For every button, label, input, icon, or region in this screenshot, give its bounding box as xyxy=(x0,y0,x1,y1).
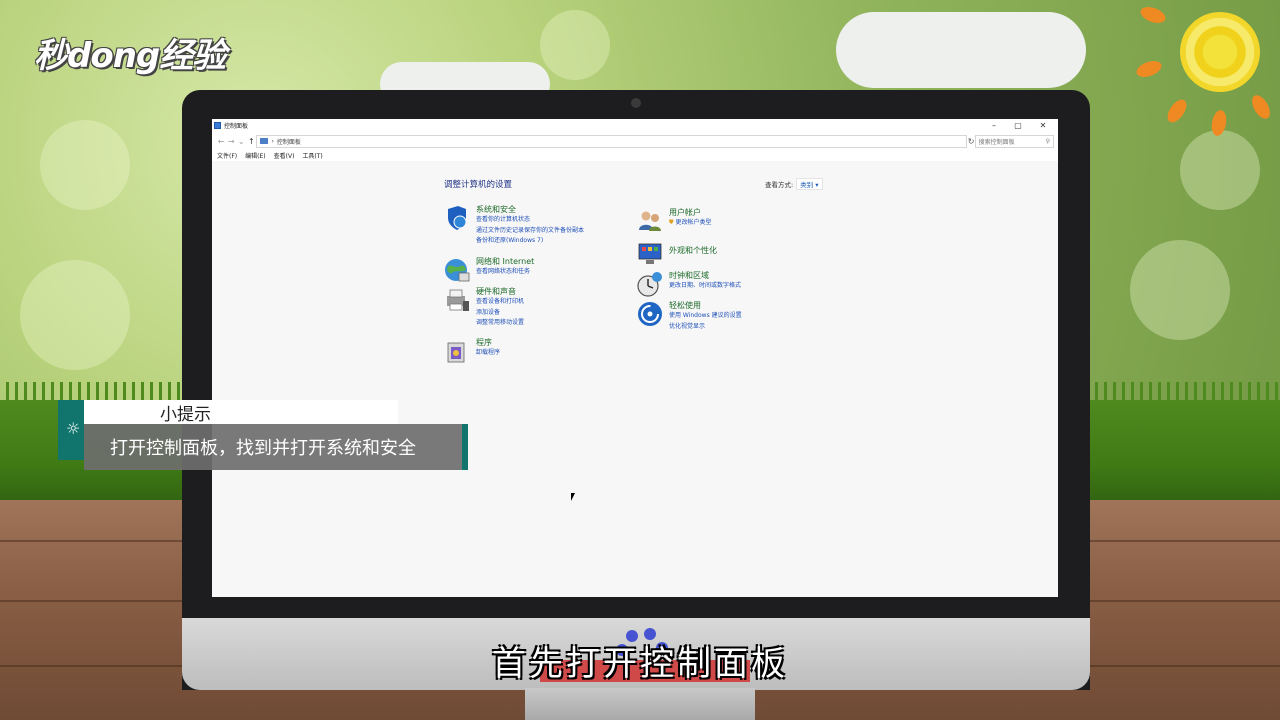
category-link[interactable]: 添加设备 xyxy=(476,308,524,319)
uac-shield-icon: ⛊ xyxy=(669,219,674,226)
appearance-icon[interactable] xyxy=(637,240,663,266)
category-title[interactable]: 硬件和声音 xyxy=(476,287,524,297)
back-arrow-icon[interactable]: ← xyxy=(216,137,226,146)
category-title[interactable]: 轻松使用 xyxy=(669,301,742,311)
video-subtitle: 首先打开控制面板 xyxy=(492,644,788,684)
minimize-button[interactable]: – xyxy=(982,119,1006,132)
category-link[interactable]: 更改日期、时间或数字格式 xyxy=(669,281,741,292)
refresh-icon[interactable]: ↻ xyxy=(967,137,975,146)
category-link[interactable]: 备份和还原(Windows 7) xyxy=(476,236,584,247)
view-by: 查看方式: 类别 ▾ xyxy=(765,178,823,190)
tip-body-box: 打开控制面板，找到并打开系统和安全 xyxy=(84,424,468,470)
tip-text: 打开控制面板，找到并打开系统和安全 xyxy=(110,438,416,459)
address-bar[interactable]: › 控制面板 xyxy=(256,134,968,148)
category-title[interactable]: 时钟和区域 xyxy=(669,271,741,281)
up-arrow-icon[interactable]: ↑ xyxy=(246,137,256,146)
category-programs: 程序 卸载程序 xyxy=(444,338,500,364)
category-network: 网络和 Internet 查看网络状态和任务 xyxy=(444,257,534,283)
menu-bar: 文件(F) 编辑(E) 查看(V) 工具(T) xyxy=(212,150,1058,161)
category-user-accounts: 用户帐户 ⛊ 更改帐户类型 xyxy=(637,208,711,234)
tip-heading: 小提示 xyxy=(160,405,211,425)
category-title[interactable]: 程序 xyxy=(476,338,500,348)
sun-icon xyxy=(1180,12,1260,92)
menu-view[interactable]: 查看(V) xyxy=(274,151,295,160)
category-link[interactable]: 通过文件历史记录保存你的文件备份副本 xyxy=(476,226,584,237)
category-link-text[interactable]: 更改帐户类型 xyxy=(675,219,711,226)
category-title[interactable]: 网络和 Internet xyxy=(476,257,534,267)
address-row: ← → ⌄ ↑ › 控制面板 ↻ 搜索控制面板 ⚲ xyxy=(212,132,1058,150)
category-title[interactable]: 用户帐户 xyxy=(669,208,711,218)
category-link[interactable]: 卸载程序 xyxy=(476,348,500,359)
close-button[interactable]: ✕ xyxy=(1031,119,1055,132)
control-panel-icon xyxy=(260,138,269,144)
brand-logo: 秒dong经验 xyxy=(34,36,226,76)
category-clock-region: 时钟和区域 更改日期、时间或数字格式 xyxy=(637,271,741,297)
recent-chevron-icon[interactable]: ⌄ xyxy=(236,137,246,146)
bokeh-light xyxy=(1180,130,1260,210)
control-panel-window: 控制面板 – ▢ ✕ ← → ⌄ ↑ › 控制面板 ↻ 搜索控制面板 ⚲ 文件(… xyxy=(212,119,1058,597)
control-panel-content: 调整计算机的设置 查看方式: 类别 ▾ 系统和安全 查看你的计算机状态 通过文件… xyxy=(212,161,1058,597)
bokeh-light xyxy=(1130,240,1230,340)
category-link: ⛊ 更改帐户类型 xyxy=(669,218,711,229)
ease-of-access-icon[interactable] xyxy=(637,301,663,327)
category-link[interactable]: 调整常用移动设置 xyxy=(476,318,524,329)
menu-edit[interactable]: 编辑(E) xyxy=(245,151,265,160)
category-link[interactable]: 优化视觉显示 xyxy=(669,322,742,333)
category-link[interactable]: 查看你的计算机状态 xyxy=(476,215,584,226)
clock-icon[interactable] xyxy=(637,271,663,297)
category-hardware-sound: 硬件和声音 查看设备和打印机 添加设备 调整常用移动设置 xyxy=(444,287,524,329)
category-appearance: 外观和个性化 xyxy=(637,240,717,266)
breadcrumb-arrow-icon[interactable]: › xyxy=(271,138,273,145)
search-icon[interactable]: ⚲ xyxy=(1046,138,1050,145)
search-placeholder: 搜索控制面板 xyxy=(978,138,1015,146)
shield-icon[interactable] xyxy=(444,205,470,231)
category-system-security: 系统和安全 查看你的计算机状态 通过文件历史记录保存你的文件备份副本 备份和还原… xyxy=(444,205,584,247)
cloud xyxy=(836,12,1086,88)
printer-icon[interactable] xyxy=(444,287,470,313)
bokeh-light xyxy=(540,10,610,80)
menu-tools[interactable]: 工具(T) xyxy=(302,151,322,160)
breadcrumb[interactable]: 控制面板 xyxy=(277,137,301,146)
users-icon[interactable] xyxy=(637,208,663,234)
tip-heading-box: 小提示 xyxy=(84,400,398,425)
search-input[interactable]: 搜索控制面板 ⚲ xyxy=(974,134,1055,148)
monitor-stand xyxy=(525,688,755,720)
category-ease-of-access: 轻松使用 使用 Windows 建议的设置 优化视觉显示 xyxy=(637,301,742,332)
category-link[interactable]: 使用 Windows 建议的设置 xyxy=(669,311,742,322)
lightbulb-icon: ☼ xyxy=(66,419,81,438)
bokeh-light xyxy=(40,120,130,210)
globe-icon[interactable] xyxy=(444,257,470,283)
mouse-cursor-icon xyxy=(571,493,575,501)
page-title: 调整计算机的设置 xyxy=(444,180,513,190)
title-bar: 控制面板 xyxy=(212,119,1058,132)
category-title[interactable]: 外观和个性化 xyxy=(669,246,717,256)
webcam-icon xyxy=(631,98,641,108)
control-panel-icon xyxy=(214,122,221,129)
bokeh-light xyxy=(20,260,130,370)
category-link[interactable]: 查看网络状态和任务 xyxy=(476,267,534,278)
menu-file[interactable]: 文件(F) xyxy=(217,151,237,160)
maximize-button[interactable]: ▢ xyxy=(1006,119,1030,132)
view-by-label: 查看方式: xyxy=(765,181,794,189)
programs-icon[interactable] xyxy=(444,338,470,364)
forward-arrow-icon[interactable]: → xyxy=(226,137,236,146)
view-by-dropdown[interactable]: 类别 ▾ xyxy=(796,178,823,190)
category-link[interactable]: 查看设备和打印机 xyxy=(476,297,524,308)
category-title[interactable]: 系统和安全 xyxy=(476,205,584,215)
window-title: 控制面板 xyxy=(224,123,249,130)
